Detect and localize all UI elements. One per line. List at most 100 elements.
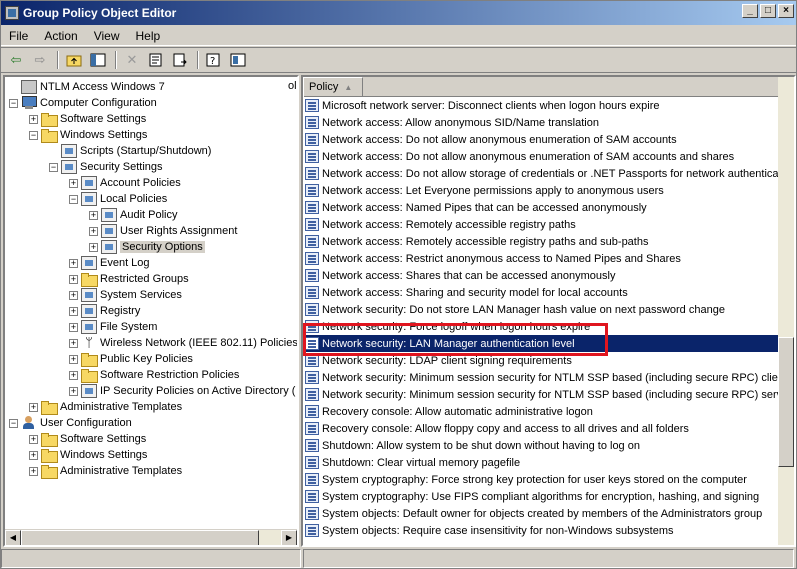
menu-view[interactable]: View: [86, 29, 128, 43]
expand-icon[interactable]: +: [69, 178, 78, 188]
collapse-icon[interactable]: −: [49, 162, 58, 172]
policy-column-header[interactable]: Policy ▲: [303, 77, 363, 97]
tree-item[interactable]: + Event Log: [69, 255, 150, 271]
properties-icon[interactable]: [145, 50, 167, 70]
menu-file[interactable]: File: [1, 29, 36, 43]
tree-item[interactable]: − Security Settings: [49, 159, 163, 175]
policy-row[interactable]: Network access: Let Everyone permissions…: [305, 182, 778, 199]
policy-row[interactable]: Network access: Remotely accessible regi…: [305, 233, 778, 250]
tree-item[interactable]: + Administrative Templates: [29, 463, 182, 479]
tree-item[interactable]: − Computer Configuration: [9, 95, 157, 111]
policy-row[interactable]: System objects: Require case insensitivi…: [305, 522, 778, 539]
policy-row[interactable]: Network access: Allow anonymous SID/Name…: [305, 114, 778, 131]
tree-item[interactable]: + Restricted Groups: [69, 271, 189, 287]
expand-icon[interactable]: +: [29, 114, 38, 124]
tree-item[interactable]: + ᛘ Wireless Network (IEEE 802.11) Policie…: [69, 335, 297, 351]
console-tree[interactable]: NTLM Access Windows 7 − Computer Configura…: [3, 75, 299, 547]
expand-icon[interactable]: +: [69, 306, 78, 316]
policy-row[interactable]: Shutdown: Allow system to be shut down w…: [305, 437, 778, 454]
policy-row[interactable]: Network access: Do not allow anonymous e…: [305, 148, 778, 165]
list-vertical-scrollbar[interactable]: [778, 77, 794, 545]
collapse-icon[interactable]: −: [69, 194, 78, 204]
back-arrow-icon[interactable]: ⇦: [5, 50, 27, 70]
policy-row[interactable]: Network access: Restrict anonymous acces…: [305, 250, 778, 267]
policy-row[interactable]: Network access: Remotely accessible regi…: [305, 216, 778, 233]
export-list-icon[interactable]: [169, 50, 191, 70]
console-icon[interactable]: [227, 50, 249, 70]
policy-list-pane[interactable]: Policy ▲ Microsoft network server: Disco…: [301, 75, 796, 547]
tree-item[interactable]: Scripts (Startup/Shutdown): [49, 143, 211, 159]
policy-row[interactable]: Network access: Do not allow storage of …: [305, 165, 778, 182]
expand-icon[interactable]: +: [29, 402, 38, 412]
expand-icon[interactable]: +: [89, 226, 98, 236]
scroll-left-button[interactable]: ◀: [5, 530, 21, 545]
list-scroll-thumb[interactable]: [778, 337, 794, 467]
tree-item[interactable]: + Account Policies: [69, 175, 181, 191]
delete-icon[interactable]: ✕: [121, 50, 143, 70]
tree-item[interactable]: + Administrative Templates: [29, 399, 182, 415]
maximize-button[interactable]: □: [760, 4, 776, 18]
tree-item[interactable]: + Software Restriction Policies: [69, 367, 239, 383]
collapse-icon[interactable]: −: [9, 418, 18, 428]
expand-icon[interactable]: +: [29, 434, 38, 444]
tree-item[interactable]: + Software Settings: [29, 111, 146, 127]
tree-item[interactable]: + Software Settings: [29, 431, 146, 447]
menu-help[interactable]: Help: [128, 29, 169, 43]
tree-item[interactable]: − User Configuration: [9, 415, 132, 431]
collapse-icon[interactable]: −: [9, 98, 18, 108]
tree-horizontal-scrollbar[interactable]: ◀ ▶: [5, 529, 297, 545]
expand-icon[interactable]: +: [69, 258, 78, 268]
expand-icon[interactable]: +: [69, 338, 78, 348]
policy-row[interactable]: Network security: LAN Manager authentica…: [305, 335, 778, 352]
close-button[interactable]: ×: [778, 4, 794, 18]
expand-icon[interactable]: +: [69, 354, 78, 364]
minimize-button[interactable]: _: [742, 4, 758, 18]
expand-icon[interactable]: +: [69, 290, 78, 300]
policy-row[interactable]: Network security: Minimum session securi…: [305, 369, 778, 386]
policy-row[interactable]: Network access: Named Pipes that can be …: [305, 199, 778, 216]
policy-row[interactable]: Microsoft network server: Disconnect cli…: [305, 97, 778, 114]
policy-row[interactable]: Network access: Do not allow anonymous e…: [305, 131, 778, 148]
policy-row[interactable]: Network security: Do not store LAN Manag…: [305, 301, 778, 318]
tree-item[interactable]: + IP Security Policies on Active Director…: [69, 383, 295, 399]
policy-row[interactable]: Network security: Minimum session securi…: [305, 386, 778, 403]
expand-icon[interactable]: +: [29, 466, 38, 476]
forward-arrow-icon[interactable]: ⇨: [29, 50, 51, 70]
title-bar[interactable]: Group Policy Object Editor _ □ ×: [1, 1, 796, 25]
tree-item[interactable]: + System Services: [69, 287, 182, 303]
policy-row[interactable]: Network access: Shares that can be acces…: [305, 267, 778, 284]
expand-icon[interactable]: +: [69, 322, 78, 332]
policy-row[interactable]: Recovery console: Allow automatic admini…: [305, 403, 778, 420]
up-folder-icon[interactable]: [63, 50, 85, 70]
menu-action[interactable]: Action: [36, 29, 85, 43]
tree-scroll-thumb[interactable]: [21, 530, 259, 545]
policy-row[interactable]: Network security: LDAP client signing re…: [305, 352, 778, 369]
policy-row[interactable]: Shutdown: Clear virtual memory pagefile: [305, 454, 778, 471]
tree-item[interactable]: − Windows Settings: [29, 127, 147, 143]
tree-item[interactable]: + User Rights Assignment: [89, 223, 237, 239]
policy-row[interactable]: Network security: Force logoff when logo…: [305, 318, 778, 335]
scroll-right-button[interactable]: ▶: [281, 530, 297, 545]
policy-row[interactable]: System cryptography: Force strong key pr…: [305, 471, 778, 488]
expand-icon[interactable]: +: [69, 370, 78, 380]
show-hide-tree-icon[interactable]: [87, 50, 109, 70]
expand-icon[interactable]: +: [89, 210, 98, 220]
help-icon[interactable]: ?: [203, 50, 225, 70]
policy-row[interactable]: System objects: Default owner for object…: [305, 505, 778, 522]
collapse-icon[interactable]: −: [29, 130, 38, 140]
expand-icon[interactable]: +: [69, 386, 78, 396]
tree-item[interactable]: + Public Key Policies: [69, 351, 193, 367]
policy-row[interactable]: System cryptography: Use FIPS compliant …: [305, 488, 778, 505]
expand-icon[interactable]: +: [89, 242, 98, 252]
tree-item[interactable]: + Security Options: [89, 239, 205, 255]
expand-icon[interactable]: +: [29, 450, 38, 460]
policy-row[interactable]: Network access: Sharing and security mod…: [305, 284, 778, 301]
expand-icon[interactable]: +: [69, 274, 78, 284]
tree-item[interactable]: + Windows Settings: [29, 447, 147, 463]
tree-item[interactable]: + Audit Policy: [89, 207, 177, 223]
tree-item[interactable]: NTLM Access Windows 7: [9, 79, 165, 95]
tree-item[interactable]: + Registry: [69, 303, 140, 319]
policy-row[interactable]: Recovery console: Allow floppy copy and …: [305, 420, 778, 437]
tree-item[interactable]: + File System: [69, 319, 157, 335]
tree-item[interactable]: − Local Policies: [69, 191, 167, 207]
